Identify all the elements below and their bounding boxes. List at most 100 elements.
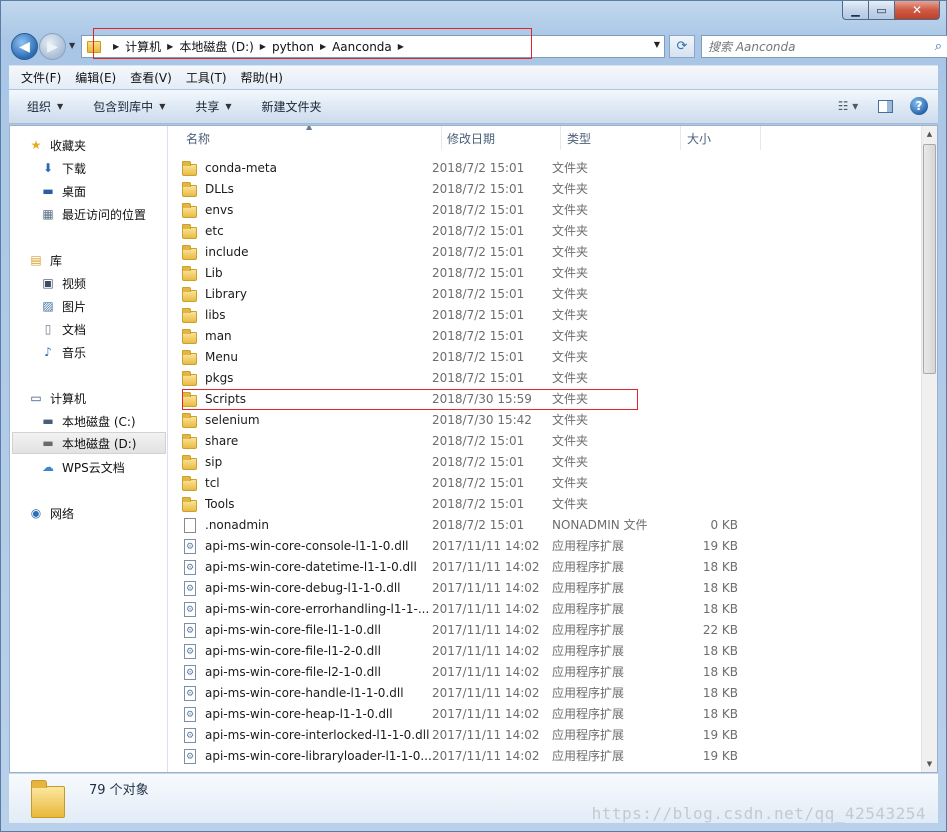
dll-file-icon — [182, 580, 198, 596]
sidebar-item-drive-d[interactable]: ▬ 本地磁盘 (D:) — [12, 432, 166, 454]
maximize-button[interactable]: ▭ — [869, 1, 895, 20]
search-input[interactable] — [708, 39, 908, 54]
file-type: 文件夹 — [552, 224, 589, 238]
menu-file[interactable]: 文件(F) — [21, 69, 61, 86]
sidebar-item-documents[interactable]: ▯ 文档 — [40, 318, 86, 340]
chevron-down-icon: ▼ — [159, 102, 166, 111]
sidebar-item-drive-c[interactable]: ▬ 本地磁盘 (C:) — [40, 410, 135, 432]
change-view-icon[interactable]: ☷ ▾ — [834, 96, 862, 116]
search-icon[interactable]: ⌕ — [935, 39, 942, 54]
file-row[interactable]: api-ms-win-core-console-l1-1-0.dll 2017/1… — [182, 535, 782, 556]
scroll-up-icon[interactable]: ▲ — [922, 126, 937, 142]
sidebar-item-videos[interactable]: ▣ 视频 — [40, 272, 86, 294]
scroll-down-icon[interactable]: ▼ — [922, 756, 937, 772]
file-row[interactable]: api-ms-win-core-file-l2-1-0.dll 2017/11/1… — [182, 661, 782, 682]
sidebar-group-network[interactable]: ◉ 网络 — [28, 502, 74, 524]
file-type: 文件夹 — [552, 308, 589, 322]
column-header-date[interactable]: 修改日期 — [447, 130, 495, 147]
menu-edit[interactable]: 编辑(E) — [75, 69, 116, 86]
close-button[interactable]: ✕ — [895, 1, 940, 20]
file-row[interactable]: man 2018/7/2 15:01 文件夹 — [182, 325, 782, 346]
dll-file-icon — [182, 601, 198, 617]
file-row[interactable]: api-ms-win-core-file-l1-1-0.dll 2017/11/1… — [182, 619, 782, 640]
column-divider[interactable] — [680, 126, 681, 150]
file-row[interactable]: include 2018/7/2 15:01 文件夹 — [182, 241, 782, 262]
sidebar-item-wps-cloud[interactable]: ☁ WPS云文档 — [40, 456, 125, 478]
file-date: 2018/7/2 15:01 — [432, 160, 525, 175]
file-row[interactable]: api-ms-win-core-libraryloader-l1-1-0....… — [182, 745, 782, 766]
file-row[interactable]: etc 2018/7/2 15:01 文件夹 — [182, 220, 782, 241]
file-type: 应用程序扩展 — [552, 581, 625, 595]
file-name: man — [205, 328, 232, 343]
file-type: 文件夹 — [552, 329, 589, 343]
file-size: 19 KB — [702, 748, 738, 763]
recent-pages-dropdown-icon[interactable]: ▼ — [69, 41, 75, 50]
file-row[interactable]: api-ms-win-core-debug-l1-1-0.dll 2017/11/… — [182, 577, 782, 598]
file-row[interactable]: selenium 2018/7/30 15:42 文件夹 — [182, 409, 782, 430]
sidebar-item-music[interactable]: ♪ 音乐 — [40, 341, 86, 363]
file-name: api-ms-win-core-datetime-l1-1-0.dll — [205, 559, 417, 574]
column-headers: ▲ 名称 修改日期 类型 大小 — [168, 126, 921, 150]
column-header-name[interactable]: 名称 — [186, 130, 210, 147]
file-date: 2017/11/11 14:02 — [432, 538, 540, 553]
menu-view[interactable]: 查看(V) — [130, 69, 172, 86]
share-button[interactable]: 共享 ▼ — [195, 98, 231, 115]
file-row[interactable]: share 2018/7/2 15:01 文件夹 — [182, 430, 782, 451]
folder-icon — [182, 328, 198, 344]
folder-icon — [182, 370, 198, 386]
file-row[interactable]: Tools 2018/7/2 15:01 文件夹 — [182, 493, 782, 514]
file-row[interactable]: api-ms-win-core-handle-l1-1-0.dll 2017/11… — [182, 682, 782, 703]
sidebar-item-desktop[interactable]: ▬ 桌面 — [40, 180, 86, 202]
file-row[interactable]: envs 2018/7/2 15:01 文件夹 — [182, 199, 782, 220]
scroll-thumb[interactable] — [923, 144, 936, 374]
file-date: 2017/11/11 14:02 — [432, 622, 540, 637]
file-row[interactable]: libs 2018/7/2 15:01 文件夹 — [182, 304, 782, 325]
minimize-button[interactable]: ▁ — [842, 1, 869, 20]
address-history-dropdown-icon[interactable]: ▼ — [654, 40, 660, 49]
file-type: 文件夹 — [552, 203, 589, 217]
file-type: 应用程序扩展 — [552, 728, 625, 742]
forward-button[interactable]: ▶ — [39, 33, 66, 60]
new-folder-button[interactable]: 新建文件夹 — [262, 98, 322, 115]
include-in-library-button[interactable]: 包含到库中 ▼ — [93, 98, 165, 115]
menu-help[interactable]: 帮助(H) — [241, 69, 283, 86]
file-row[interactable]: .nonadmin 2018/7/2 15:01 NONADMIN 文件 0 KB — [182, 514, 782, 535]
column-divider[interactable] — [441, 126, 442, 150]
file-row[interactable]: Lib 2018/7/2 15:01 文件夹 — [182, 262, 782, 283]
file-row[interactable]: api-ms-win-core-file-l1-2-0.dll 2017/11/1… — [182, 640, 782, 661]
file-size: 0 KB — [710, 517, 738, 532]
file-row[interactable]: pkgs 2018/7/2 15:01 文件夹 — [182, 367, 782, 388]
file-row[interactable]: Library 2018/7/2 15:01 文件夹 — [182, 283, 782, 304]
search-box[interactable]: ⌕ — [701, 35, 947, 58]
sidebar-group-computer[interactable]: ▭ 计算机 — [28, 387, 86, 409]
column-header-size[interactable]: 大小 — [687, 130, 711, 147]
column-divider[interactable] — [760, 126, 761, 150]
help-icon[interactable]: ? — [910, 97, 928, 115]
sidebar-group-libraries[interactable]: ▤ 库 — [28, 249, 62, 271]
sidebar-item-pictures[interactable]: ▨ 图片 — [40, 295, 86, 317]
file-row[interactable]: tcl 2018/7/2 15:01 文件夹 — [182, 472, 782, 493]
file-row[interactable]: api-ms-win-core-interlocked-l1-1-0.dll20… — [182, 724, 782, 745]
file-row[interactable]: Menu 2018/7/2 15:01 文件夹 — [182, 346, 782, 367]
sidebar-group-favorites[interactable]: ★ 收藏夹 — [28, 134, 86, 156]
sidebar-item-downloads[interactable]: ⬇ 下载 — [40, 157, 86, 179]
highlight-box — [182, 389, 638, 410]
file-type: 应用程序扩展 — [552, 623, 625, 637]
computer-icon: ▭ — [30, 391, 42, 405]
file-row[interactable]: sip 2018/7/2 15:01 文件夹 — [182, 451, 782, 472]
file-row[interactable]: api-ms-win-core-datetime-l1-1-0.dll 2017/… — [182, 556, 782, 577]
sidebar-item-recent-places[interactable]: ▦ 最近访问的位置 — [40, 203, 146, 225]
desktop-icon: ▬ — [42, 184, 54, 198]
file-row[interactable]: DLLs 2018/7/2 15:01 文件夹 — [182, 178, 782, 199]
back-button[interactable]: ◀ — [11, 33, 38, 60]
file-row[interactable]: api-ms-win-core-heap-l1-1-0.dll 2017/11/1… — [182, 703, 782, 724]
menu-tools[interactable]: 工具(T) — [186, 69, 227, 86]
file-row[interactable]: api-ms-win-core-errorhandling-l1-1-...20… — [182, 598, 782, 619]
preview-pane-icon[interactable] — [874, 96, 896, 116]
vertical-scrollbar[interactable]: ▲ ▼ — [921, 126, 937, 772]
column-header-type[interactable]: 类型 — [567, 130, 591, 147]
refresh-button[interactable]: ⟳ — [669, 35, 695, 58]
organize-button[interactable]: 组织 ▼ — [27, 98, 63, 115]
file-row[interactable]: conda-meta 2018/7/2 15:01 文件夹 — [182, 157, 782, 178]
column-divider[interactable] — [560, 126, 561, 150]
